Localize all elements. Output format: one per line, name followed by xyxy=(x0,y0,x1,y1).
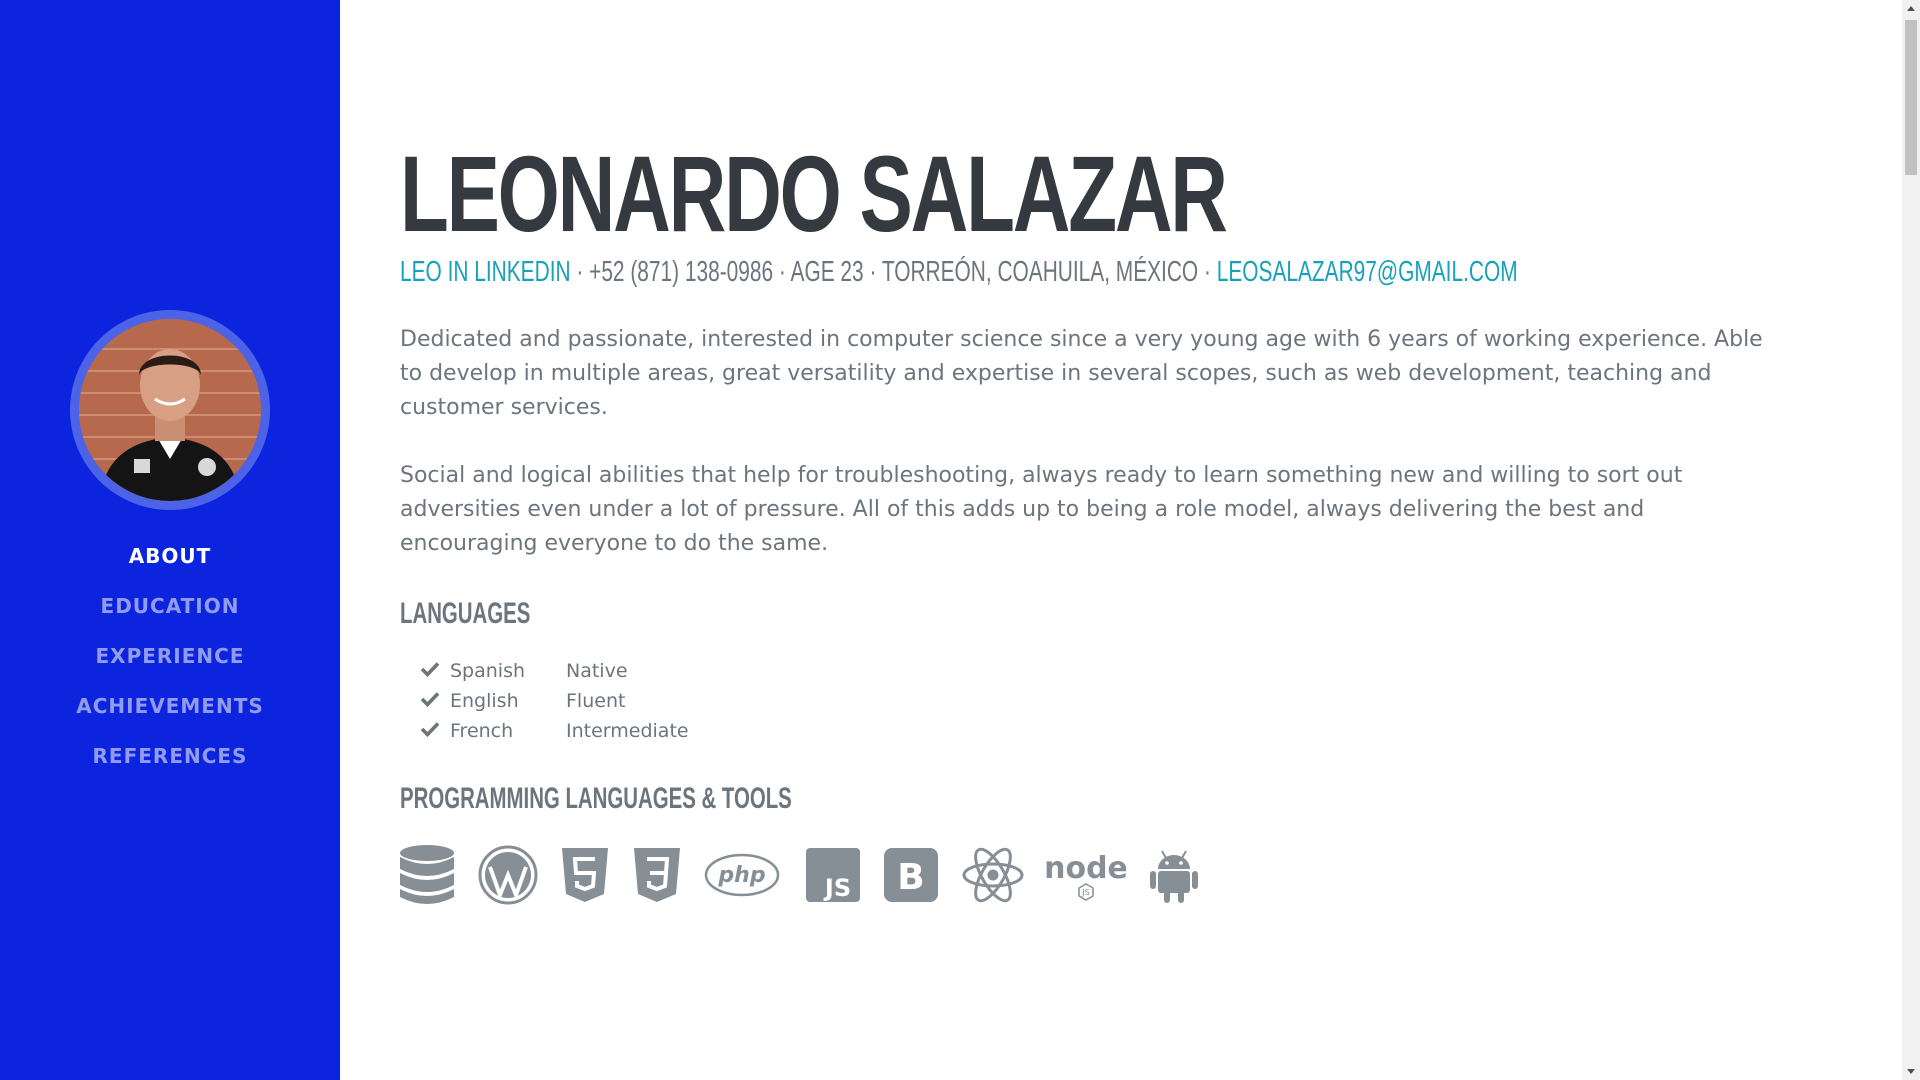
android-icon xyxy=(1150,845,1198,905)
sidebar: ABOUT EDUCATION EXPERIENCE ACHIEVEMENTS … xyxy=(0,0,340,1080)
check-icon xyxy=(420,716,450,746)
email-link[interactable]: LEOSALAZAR97@GMAIL.COM xyxy=(1217,256,1518,288)
profile-photo xyxy=(79,319,261,501)
check-icon xyxy=(420,656,450,686)
contact-info: · +52 (871) 138-0986 · AGE 23 · TORREÓN,… xyxy=(570,256,1217,288)
linkedin-link[interactable]: LEO IN LINKEDIN xyxy=(400,256,571,288)
nav-experience[interactable]: EXPERIENCE xyxy=(0,636,340,686)
nav-achievements[interactable]: ACHIEVEMENTS xyxy=(0,686,340,736)
avatar[interactable] xyxy=(79,319,261,501)
language-level: Fluent xyxy=(566,690,626,712)
language-name: French xyxy=(450,720,514,742)
check-icon xyxy=(420,686,450,716)
database-icon xyxy=(400,845,454,905)
about-paragraph-1: Dedicated and passionate, interested in … xyxy=(400,327,1763,420)
nav-education[interactable]: EDUCATION xyxy=(0,586,340,636)
language-name: Spanish xyxy=(450,660,526,682)
scroll-up-icon[interactable] xyxy=(1907,6,1915,11)
page-title: LEONARDO SALAZAR xyxy=(400,133,1228,254)
list-item: Spanish Native xyxy=(420,656,689,686)
list-item: French Intermediate xyxy=(420,716,689,746)
list-item: English Fluent xyxy=(420,686,689,716)
js-label: JS xyxy=(823,874,851,902)
php-icon: php xyxy=(704,845,780,905)
tools-heading: PROGRAMMING LANGUAGES & TOOLS xyxy=(400,782,792,815)
language-level: Native xyxy=(566,660,628,682)
css3-icon xyxy=(634,845,680,905)
bootstrap-label: B xyxy=(897,857,924,898)
about-paragraph-2: Social and logical abilities that help f… xyxy=(400,463,1683,556)
scroll-thumb[interactable] xyxy=(1905,20,1917,175)
bootstrap-icon: B xyxy=(884,845,938,905)
language-name: English xyxy=(450,690,519,712)
html5-icon xyxy=(562,845,608,905)
node-label: node xyxy=(1046,851,1126,886)
scrollbar[interactable] xyxy=(1902,0,1920,1080)
nav-references[interactable]: REFERENCES xyxy=(0,736,340,786)
node-badge: JS xyxy=(1081,888,1089,897)
languages-list: Spanish Native English Fluent French Int… xyxy=(420,656,689,746)
php-label: php xyxy=(717,863,765,888)
js-icon: JS xyxy=(806,845,860,905)
languages-heading: LANGUAGES xyxy=(400,597,531,630)
nodejs-icon: node JS xyxy=(1046,845,1126,905)
language-level: Intermediate xyxy=(566,720,689,742)
scroll-down-icon[interactable] xyxy=(1907,1069,1915,1074)
avatar-ring xyxy=(70,310,270,510)
nav-about[interactable]: ABOUT xyxy=(0,536,340,586)
react-icon xyxy=(962,845,1024,905)
wordpress-icon xyxy=(478,845,538,905)
contact-line: LEO IN LINKEDIN · +52 (871) 138-0986 · A… xyxy=(400,256,1518,288)
sidebar-nav: ABOUT EDUCATION EXPERIENCE ACHIEVEMENTS … xyxy=(0,536,340,786)
